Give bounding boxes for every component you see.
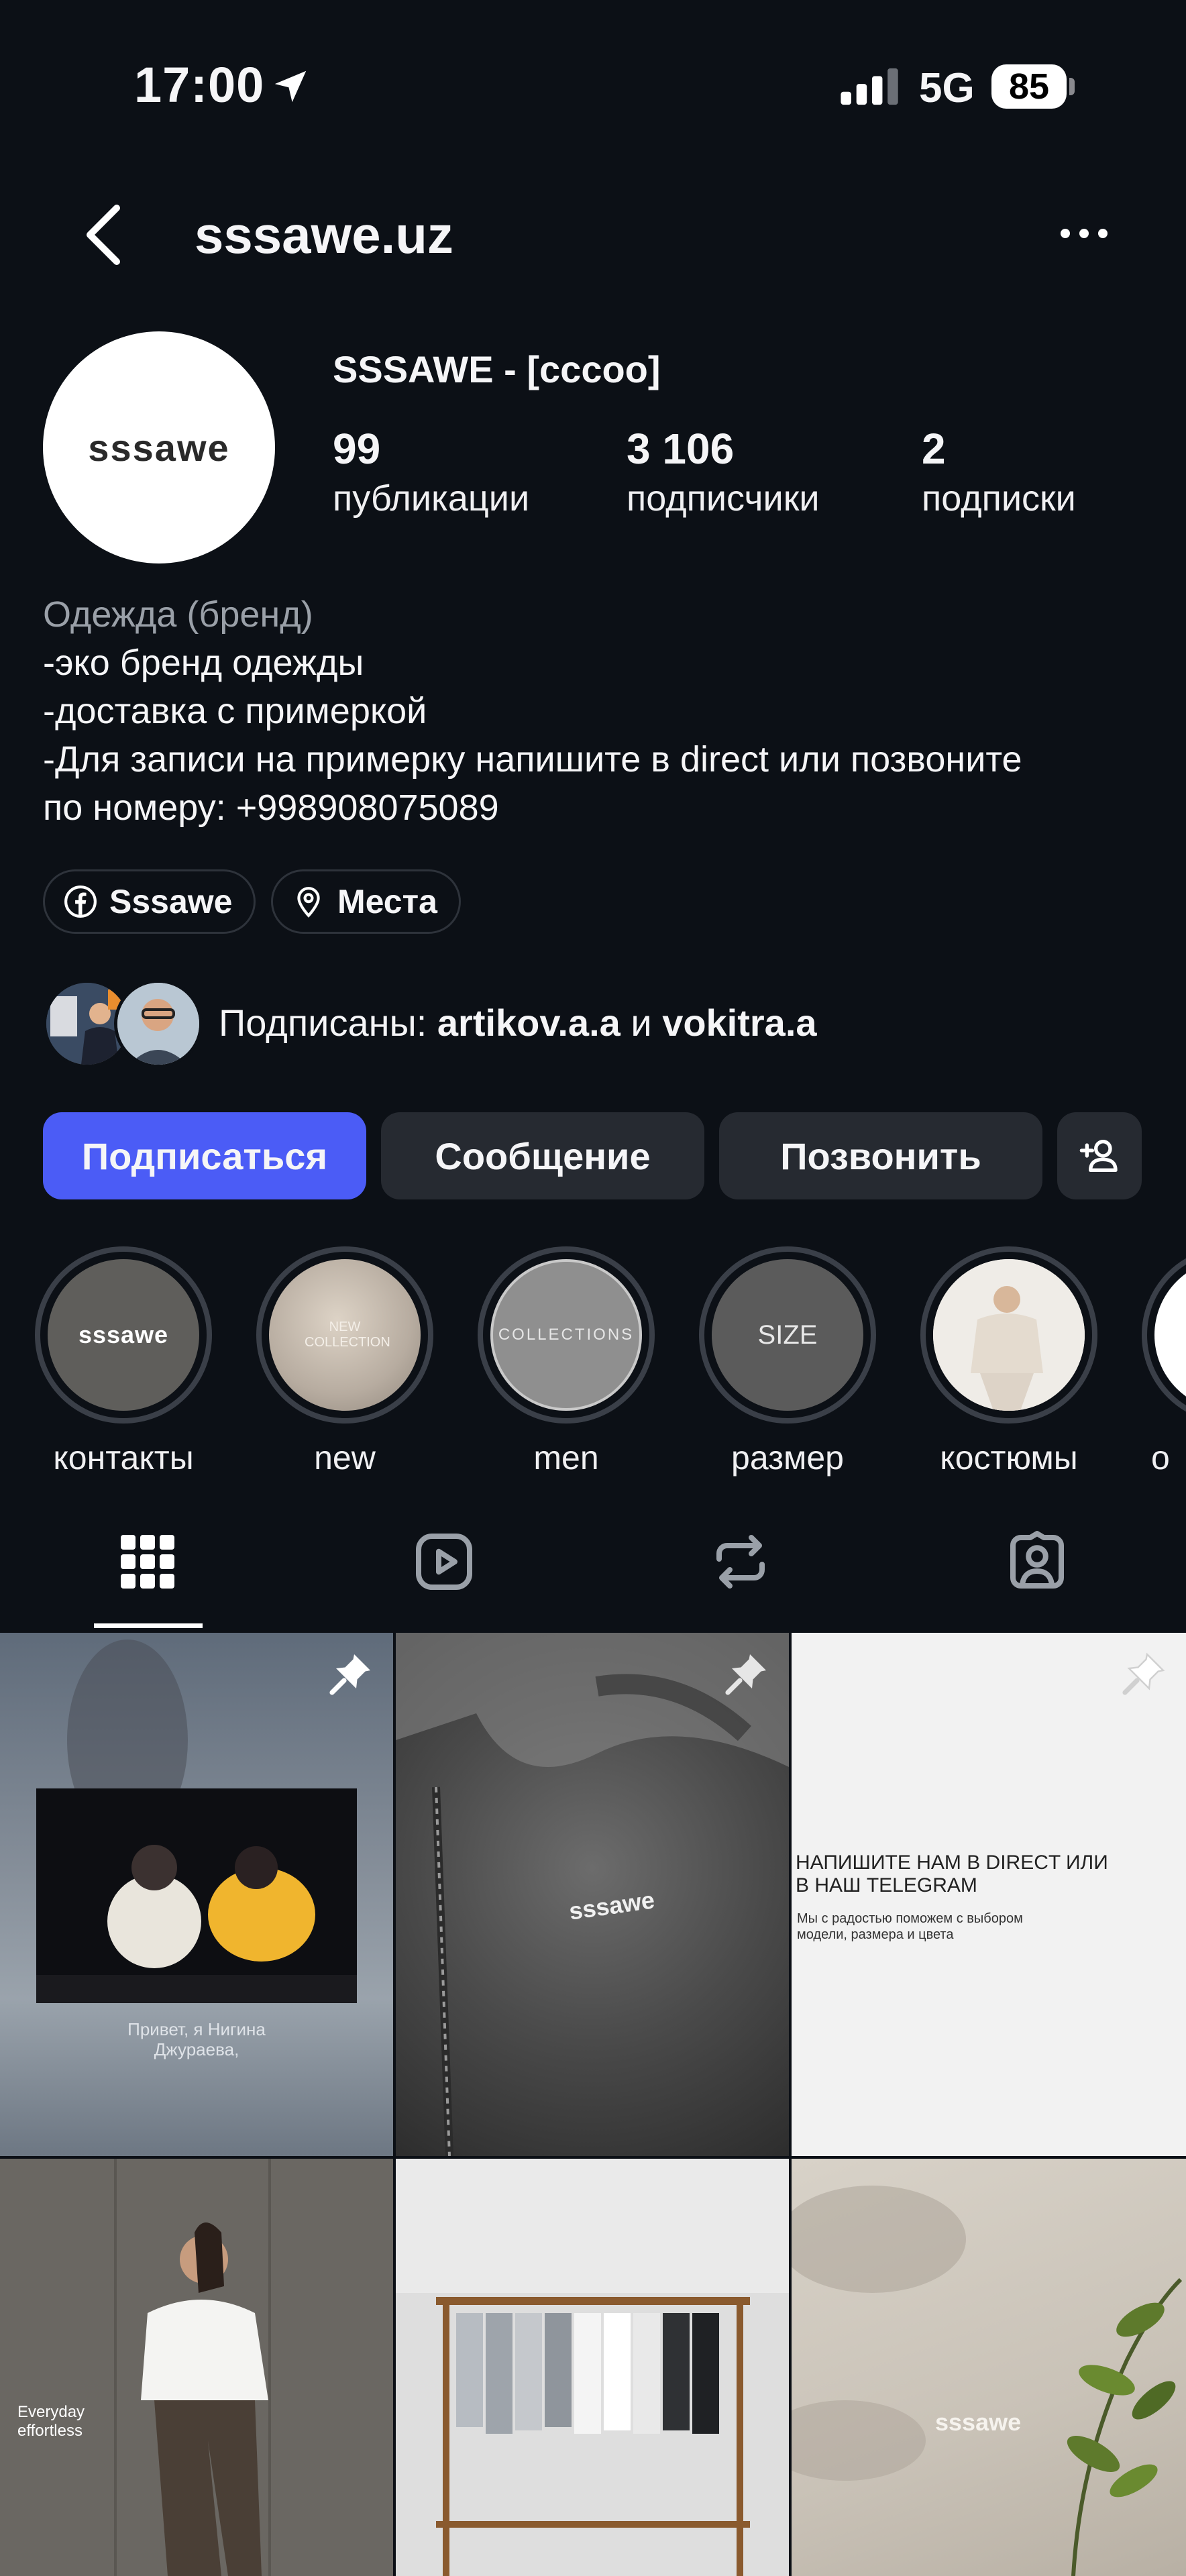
location-arrow-icon [274,70,307,103]
post-4-caption: Everyday effortless [17,2403,85,2440]
highlight-new[interactable]: NEW COLLECTION new [256,1246,433,1477]
bio-line: -Для записи на примерку напишите в direc… [43,739,1022,780]
bio-line: -эко бренд одежды [43,643,364,683]
profile-display-name: SSSAWE - [cccoo] [333,348,661,390]
follow-button[interactable]: Подписаться [43,1112,366,1199]
highlight-label: контакты [53,1439,194,1477]
tab-posts-grid[interactable] [94,1529,201,1630]
stat-posts-label: публикации [333,478,530,519]
facebook-link-chip[interactable]: Sssawe [43,869,256,934]
followed-by-text: Подписаны: artikov.a.a и vokitra.a [219,1001,817,1044]
post-tile-6[interactable]: sssawe [792,2159,1186,2576]
suggested-people-button[interactable] [1057,1112,1142,1199]
pinned-icon [1122,1652,1165,1695]
stat-followers-label: подписчики [627,478,820,519]
post-3-body: Мы с радостью поможем с выбором модели, … [797,1911,1023,1942]
post-tile-5[interactable] [396,2159,789,2576]
highlight-suits[interactable]: костюмы [920,1246,1097,1477]
post-6-logo: sssawe [935,2408,1022,2436]
tab-reposts[interactable] [687,1529,794,1630]
highlight-label: размер [731,1439,844,1477]
facebook-chip-label: Sssawe [109,883,233,920]
followed-by-joiner: и [620,1002,663,1044]
add-person-icon [1079,1140,1118,1172]
more-options-icon[interactable] [1057,223,1111,244]
follower-avatar-2 [114,979,203,1068]
highlight-cover-text: SIZE [757,1320,818,1350]
avatar-logo-text: sssawe [88,426,230,469]
highlight-partial[interactable]: о [1142,1246,1186,1477]
post-1-caption: Привет, я Нигина Джураева, [127,2019,266,2059]
highlight-cover-text: NEW COLLECTION [305,1320,390,1350]
grid-icon [121,1535,174,1589]
stat-following-label: подписки [922,478,1076,519]
bio-line[interactable]: по номеру: +998908075089 [43,784,1156,832]
active-tab-indicator [94,1623,203,1628]
battery-tip [1069,78,1075,95]
highlight-ring: sssawe [35,1246,212,1424]
location-pin-icon [297,887,320,918]
highlight-label: men [533,1439,599,1477]
reels-play-icon [416,1534,472,1590]
post-tile-2[interactable]: sssawe [396,1633,789,2156]
stat-posts[interactable]: 99 публикации [333,424,529,519]
stat-followers-value: 3 106 [627,425,735,473]
highlight-cover-text: sssawe [78,1321,169,1348]
call-button[interactable]: Позвонить [719,1112,1042,1199]
stat-followers[interactable]: 3 106 подписчики [627,424,819,519]
back-arrow-icon[interactable] [79,201,126,268]
highlight-ring [920,1246,1097,1424]
post-tile-4[interactable]: Everyday effortless [0,2159,393,2576]
highlight-label: костюмы [940,1439,1078,1477]
highlight-cover: sssawe [48,1259,199,1411]
post-tile-1[interactable]: Привет, я Нигина Джураева, [0,1633,393,2156]
highlight-men[interactable]: COLLECTIONS men [478,1246,655,1477]
tagged-person-icon [1010,1531,1064,1589]
stat-following[interactable]: 2 подписки [922,424,1076,519]
highlight-ring: SIZE [699,1246,876,1424]
highlight-label: о [1151,1439,1170,1477]
message-button[interactable]: Сообщение [381,1112,704,1199]
network-type: 5G [919,65,975,111]
highlight-ring: COLLECTIONS [478,1246,655,1424]
post-tile-3[interactable]: НАПИШИТЕ НАМ В DIRECT ИЛИ В НАШ TELEGRAM… [792,1633,1186,2156]
profile-username: sssawe.uz [195,205,453,264]
followed-by-user-1[interactable]: artikov.a.a [437,1002,621,1044]
highlight-cover: SIZE [712,1259,863,1411]
status-bar: 17:00 5G 85 [0,0,1186,174]
pinned-icon [725,1654,766,1695]
places-chip[interactable]: Места [271,869,461,934]
highlight-label: new [314,1439,376,1477]
battery-icon: 85 [991,64,1067,109]
post-3-title: НАПИШИТЕ НАМ В DIRECT ИЛИ В НАШ TELEGRAM [796,1851,1108,1896]
highlight-cover [933,1259,1085,1411]
bio-line: -доставка с примеркой [43,691,427,731]
profile-avatar[interactable]: sssawe [43,331,275,564]
tab-tagged[interactable] [983,1529,1091,1630]
tab-reels[interactable] [390,1529,498,1630]
status-time: 17:00 [134,57,265,113]
followed-by-user-2[interactable]: vokitra.a [662,1002,816,1044]
stat-posts-value: 99 [333,425,381,473]
followed-by-prefix: Подписаны: [219,1002,437,1044]
profile-bio: Одежда (бренд) -эко бренд одежды -достав… [43,590,1156,832]
highlight-size[interactable]: SIZE размер [699,1246,876,1477]
pinned-icon [329,1654,370,1695]
places-chip-label: Места [337,883,437,920]
highlight-cover: COLLECTIONS [490,1259,642,1411]
repost-icon [716,1535,765,1589]
highlight-cover [1154,1259,1186,1411]
highlight-ring [1142,1246,1186,1424]
stat-following-value: 2 [922,425,946,473]
highlight-cover-text: COLLECTIONS [498,1326,635,1344]
highlight-contacts[interactable]: sssawe контакты [35,1246,212,1477]
facebook-icon [64,885,97,918]
highlight-ring: NEW COLLECTION [256,1246,433,1424]
followed-by-row[interactable]: Подписаны: artikov.a.a и vokitra.a [43,979,1150,1068]
bio-category: Одежда (бренд) [43,594,313,635]
highlight-cover: NEW COLLECTION [269,1259,421,1411]
cellular-signal-icon [841,68,898,105]
